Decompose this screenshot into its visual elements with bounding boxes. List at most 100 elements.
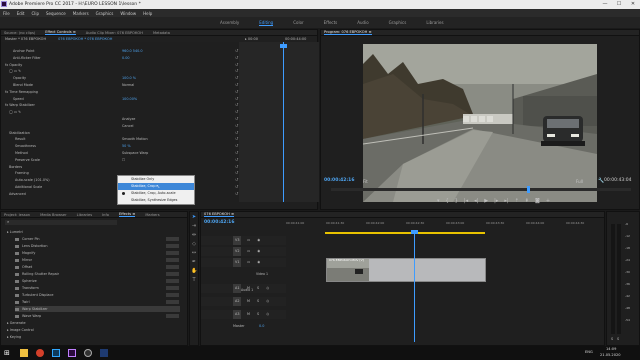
workspace-tab-editing[interactable]: Editing [259, 20, 274, 26]
chrome-icon[interactable] [36, 349, 44, 357]
tab-audio-clip-mixer[interactable]: Audio Clip Mixer: 076 ЕВРОКОН [86, 31, 143, 35]
track-label[interactable]: A2 [233, 297, 242, 306]
reset-icon[interactable]: ↺ [235, 157, 240, 162]
workspace-tab-effects[interactable]: Effects [324, 20, 338, 25]
reset-icon[interactable]: ↺ [235, 130, 240, 135]
slip-tool-icon[interactable]: ↔ [191, 250, 197, 256]
effects-folder[interactable]: ▸ Generate [7, 320, 26, 326]
effect-item[interactable]: Magnify [15, 250, 35, 256]
tab-project[interactable]: Project: lesson [4, 213, 30, 217]
mark-out-icon[interactable]: } [455, 198, 458, 204]
tab-markers[interactable]: Markers [145, 213, 159, 217]
sequence-clip-label[interactable]: 076 ЕВРОКОН * 076 ЕВРОКОН [58, 37, 112, 41]
property-value[interactable]: Smooth Motion [122, 136, 148, 142]
effect-item[interactable]: Corner Pin [15, 236, 40, 242]
track-label[interactable]: V3 [233, 236, 242, 245]
resolution-select[interactable]: Full [576, 179, 583, 184]
effects-folder[interactable]: ▸ Keying [7, 334, 21, 340]
reset-icon[interactable]: ↺ [235, 82, 240, 87]
menu-window[interactable]: Window [120, 11, 136, 16]
windows-start-icon[interactable]: ⊞ [4, 349, 12, 357]
track-label[interactable]: A3 [233, 310, 242, 319]
effect-item[interactable]: Transform [15, 285, 39, 291]
option-stabilize-synthesize-edges[interactable]: Stabilize, Synthesize Edges [118, 197, 194, 204]
audio-track[interactable]: A3 M S ◎ [201, 310, 606, 319]
menu-sequence[interactable]: Sequence [46, 11, 66, 16]
tab-effects[interactable]: Effects ≡ [119, 212, 135, 217]
program-timecode[interactable]: 00:00:42:16 [324, 178, 354, 183]
menu-graphics[interactable]: Graphics [96, 11, 114, 16]
reset-icon[interactable]: ↺ [235, 177, 240, 182]
reset-icon[interactable]: ↺ [235, 123, 240, 128]
workspace-tab-audio[interactable]: Audio [357, 20, 368, 25]
effect-item[interactable]: Wave Warp [15, 313, 41, 319]
mark-in-icon[interactable]: { [446, 198, 449, 204]
property-value[interactable]: Analyze [122, 116, 135, 122]
ripple-edit-tool-icon[interactable]: ⇹ [191, 232, 197, 238]
reset-icon[interactable]: ↺ [235, 191, 240, 196]
minimize-button[interactable]: — [598, 0, 612, 9]
video-track[interactable]: V3 ▭ ◉ [201, 236, 606, 245]
tab-sequence[interactable]: 076 ЕВРОКОН ≡ [204, 212, 234, 217]
wrench-icon[interactable]: 🔧 [598, 178, 604, 184]
reset-icon[interactable]: ↺ [235, 116, 240, 121]
video-track[interactable]: V2 ▭ ◉ [201, 247, 606, 256]
reset-icon[interactable]: ↺ [235, 143, 240, 148]
photoshop-icon[interactable] [52, 349, 60, 357]
effects-search-input[interactable]: ⌕ [5, 219, 117, 225]
marker-icon[interactable]: ▾ [437, 198, 440, 204]
track-toggle-icons[interactable]: ▭ ◉ [247, 258, 263, 267]
mute-solo-icons[interactable]: M S ◎ [247, 297, 272, 306]
reset-icon[interactable]: ↺ [235, 102, 240, 107]
add-button-icon[interactable]: + [546, 198, 550, 204]
menu-file[interactable]: File [3, 11, 10, 16]
play-icon[interactable]: ▶ [484, 198, 488, 204]
property-value[interactable]: 100.00% [122, 96, 137, 102]
clock-date[interactable]: 21.05.2020 [600, 353, 621, 357]
option-stabilize-only[interactable]: Stabilize Only [118, 176, 194, 183]
effect-item[interactable]: Rolling Shutter Repair [15, 271, 59, 277]
export-frame-icon[interactable]: ◙ [535, 198, 540, 204]
tab-info[interactable]: Info [102, 213, 109, 217]
master-volume-value[interactable]: 0.0 [259, 324, 264, 328]
tab-source[interactable]: Source: (no clips) [4, 31, 35, 35]
property-value[interactable]: 960.0 540.0 [122, 48, 143, 54]
step-forward-icon[interactable]: |▸ [494, 198, 498, 204]
maximize-button[interactable]: ☐ [612, 0, 626, 9]
selection-tool-icon[interactable]: ➤ [191, 214, 197, 220]
reset-icon[interactable]: ↺ [235, 55, 240, 60]
effect-item[interactable]: Spherize [15, 278, 37, 284]
lift-icon[interactable]: ⇡ [515, 198, 519, 204]
hand-tool-icon[interactable]: ✋ [191, 268, 197, 274]
workspace-tab-graphics[interactable]: Graphics [389, 20, 407, 25]
pen-tool-icon[interactable]: ✒ [191, 259, 197, 265]
menu-clip[interactable]: Clip [31, 11, 39, 16]
property-value[interactable]: Normal [122, 82, 134, 88]
effect-item[interactable]: Lens Distortion [15, 243, 48, 249]
language-indicator[interactable]: ENG [585, 350, 593, 354]
workspace-tab-libraries[interactable]: Libraries [426, 20, 443, 25]
app-icon[interactable] [100, 349, 108, 357]
reset-icon[interactable]: ↺ [235, 109, 240, 114]
reset-icon[interactable]: ↺ [235, 89, 240, 94]
track-label[interactable]: V2 [233, 247, 242, 256]
tab-media-browser[interactable]: Media Browser [40, 213, 67, 217]
extract-icon[interactable]: ⇞ [525, 198, 529, 204]
workspace-tab-color[interactable]: Color [293, 20, 303, 25]
effect-item[interactable]: Warp Stabilizer [15, 306, 180, 312]
reset-icon[interactable]: ↺ [235, 136, 240, 141]
track-select-tool-icon[interactable]: ⇥ [191, 223, 197, 229]
property-value[interactable]: 0.00 [122, 55, 130, 61]
effect-item[interactable]: Offset [15, 264, 32, 270]
video-clip[interactable]: 076 ЕВРОКОН.MOV [V] [326, 258, 486, 282]
reset-icon[interactable]: ↺ [235, 62, 240, 67]
property-value[interactable]: 100.0 % [122, 75, 136, 81]
reset-icon[interactable]: ↺ [235, 184, 240, 189]
mute-solo-icons[interactable]: M S ◎ [247, 310, 272, 319]
effect-controls-mini-timeline[interactable] [239, 42, 319, 202]
master-clip-label[interactable]: Master * 076 ЕВРОКОН [5, 37, 46, 41]
track-label[interactable]: V1 [233, 258, 242, 267]
solo-right-button[interactable]: S [617, 337, 619, 341]
track-toggle-icons[interactable]: ▭ ◉ [247, 236, 263, 245]
program-scrubber[interactable] [331, 188, 631, 191]
